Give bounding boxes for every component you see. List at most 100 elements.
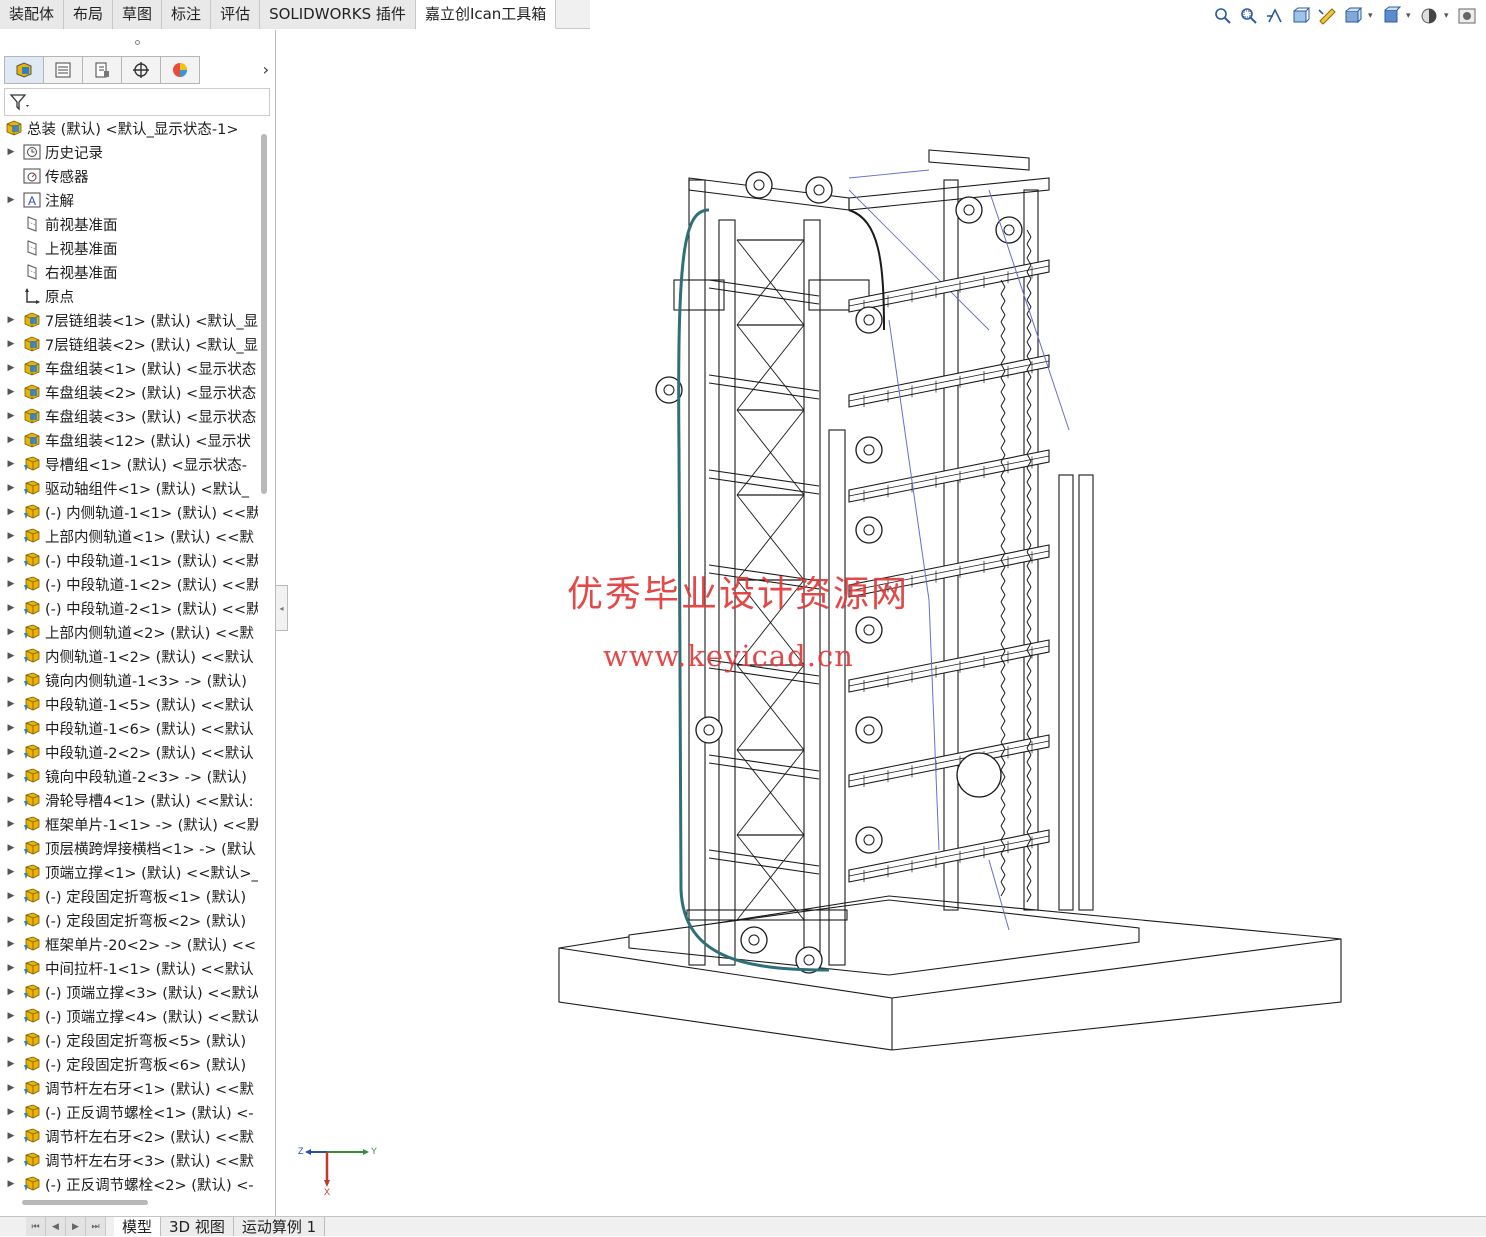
bottom-tab[interactable]: 模型 xyxy=(114,1217,162,1236)
expand-arrow-icon[interactable]: ▶ xyxy=(0,411,22,421)
expand-arrow-icon[interactable]: ▶ xyxy=(0,1059,22,1069)
tree-item[interactable]: ▶ 调节杆左右牙<3> (默认) <<默 xyxy=(0,1148,258,1172)
tree-item[interactable]: ▶ 镜向中段轨道-2<3> -> (默认) xyxy=(0,764,258,788)
previous-view-icon[interactable] xyxy=(1264,5,1286,27)
expand-arrow-icon[interactable]: ▶ xyxy=(0,1011,22,1021)
dropdown-caret-icon[interactable]: ▾ xyxy=(1444,11,1452,21)
command-tab[interactable]: 装配体 xyxy=(0,0,65,29)
expand-arrow-icon[interactable]: ▶ xyxy=(0,675,22,685)
expand-arrow-icon[interactable]: ▶ xyxy=(0,1035,22,1045)
tree-item[interactable]: ▶ 上部内侧轨道<1> (默认) <<默 xyxy=(0,524,258,548)
tree-item[interactable]: ▶ 车盘组装<2> (默认) <显示状态 xyxy=(0,380,258,404)
tree-item[interactable]: ▶ 内侧轨道-1<2> (默认) <<默认 xyxy=(0,644,258,668)
tree-item[interactable]: ▶ (-) 内侧轨道-1<1> (默认) <<默 xyxy=(0,500,258,524)
tree-item[interactable]: ▶ (-) 定段固定折弯板<1> (默认) xyxy=(0,884,258,908)
tree-item[interactable]: ▶ (-) 顶端立撑<4> (默认) <<默认 xyxy=(0,1004,258,1028)
tree-item[interactable]: ▶ (-) 中段轨道-1<1> (默认) <<默 xyxy=(0,548,258,572)
expand-arrow-icon[interactable]: ▶ xyxy=(0,795,22,805)
expand-arrow-icon[interactable]: ▶ xyxy=(0,771,22,781)
last-tab-icon[interactable]: ⏭ xyxy=(86,1217,106,1236)
tree-item[interactable]: ▶ 历史记录 xyxy=(0,140,258,164)
tree-item[interactable]: ▶ 滑轮导槽4<1> (默认) <<默认: xyxy=(0,788,258,812)
tree-item[interactable]: ▶ 车盘组装<3> (默认) <显示状态 xyxy=(0,404,258,428)
tree-item[interactable]: ▶ 顶层横跨焊接横档<1> -> (默认 xyxy=(0,836,258,860)
tree-filter[interactable] xyxy=(4,88,270,116)
expand-arrow-icon[interactable]: ▶ xyxy=(0,963,22,973)
bottom-tab[interactable]: 运动算例 1 xyxy=(233,1217,326,1236)
tree-item[interactable]: ▶ (-) 定段固定折弯板<5> (默认) xyxy=(0,1028,258,1052)
expand-arrow-icon[interactable]: ▶ xyxy=(0,459,22,469)
appearance-icon[interactable] xyxy=(1418,5,1440,27)
graphics-viewport[interactable]: 优秀毕业设计资源网 www.keyicad.cn Y Z X xyxy=(289,30,1486,1216)
tree-item[interactable]: ▶ 驱动轴组件<1> (默认) <默认_ xyxy=(0,476,258,500)
tree-vertical-scrollbar[interactable] xyxy=(261,134,267,494)
tree-item[interactable]: ▶ (-) 正反调节螺栓<2> (默认) <- xyxy=(0,1172,258,1196)
expand-arrow-icon[interactable]: ▶ xyxy=(0,1155,22,1165)
expand-arrow-icon[interactable]: ▶ xyxy=(0,195,22,205)
tree-item[interactable]: 右视基准面 xyxy=(0,260,258,284)
tree-item[interactable]: 原点 xyxy=(0,284,258,308)
expand-arrow-icon[interactable]: ▶ xyxy=(0,723,22,733)
first-tab-icon[interactable]: ⏮ xyxy=(26,1217,46,1236)
tree-item[interactable]: ▶ (-) 正反调节螺栓<1> (默认) <- xyxy=(0,1100,258,1124)
expand-arrow-icon[interactable]: ▶ xyxy=(0,939,22,949)
expand-arrow-icon[interactable]: ▶ xyxy=(0,579,22,589)
tree-item[interactable]: ▶ (-) 定段固定折弯板<2> (默认) xyxy=(0,908,258,932)
expand-arrow-icon[interactable]: ▶ xyxy=(0,1131,22,1141)
expand-arrow-icon[interactable]: ▶ xyxy=(0,651,22,661)
tree-item[interactable]: ▶ (-) 顶端立撑<3> (默认) <<默认 xyxy=(0,980,258,1004)
tree-item[interactable]: ▶ 中段轨道-1<5> (默认) <<默认 xyxy=(0,692,258,716)
tree-item[interactable]: ▶ 调节杆左右牙<2> (默认) <<默 xyxy=(0,1124,258,1148)
expand-arrow-icon[interactable]: ▶ xyxy=(0,891,22,901)
next-tab-icon[interactable]: ▶ xyxy=(66,1217,86,1236)
dropdown-caret-icon[interactable]: ▾ xyxy=(1406,11,1414,21)
tree-item[interactable]: ▶ 7层链组装<1> (默认) <默认_显 xyxy=(0,308,258,332)
expand-arrow-icon[interactable]: ▶ xyxy=(0,1179,22,1189)
tree-horizontal-scrollbar[interactable] xyxy=(22,1200,148,1205)
tree-item[interactable]: ▶ 车盘组装<12> (默认) <显示状 xyxy=(0,428,258,452)
featuremanager-icon[interactable] xyxy=(4,56,44,84)
more-tabs-chevron-icon[interactable]: › xyxy=(263,60,269,79)
expand-arrow-icon[interactable]: ▶ xyxy=(0,435,22,445)
bottom-tab[interactable]: 3D 视图 xyxy=(161,1217,234,1236)
command-tab[interactable]: 评估 xyxy=(211,0,261,29)
expand-arrow-icon[interactable]: ▶ xyxy=(0,339,22,349)
tree-item[interactable]: ▶ 车盘组装<1> (默认) <显示状态 xyxy=(0,356,258,380)
expand-arrow-icon[interactable]: ▶ xyxy=(0,819,22,829)
command-tab[interactable]: SOLIDWORKS 插件 xyxy=(260,0,416,29)
expand-arrow-icon[interactable]: ▶ xyxy=(0,1107,22,1117)
panel-grip[interactable] xyxy=(0,30,275,54)
display-style-icon[interactable] xyxy=(1342,5,1364,27)
expand-arrow-icon[interactable]: ▶ xyxy=(0,363,22,373)
command-tab[interactable]: 草图 xyxy=(113,0,163,29)
expand-arrow-icon[interactable]: ▶ xyxy=(0,603,22,613)
dimxpert-icon[interactable] xyxy=(121,56,161,84)
zoom-to-area-icon[interactable] xyxy=(1238,5,1260,27)
expand-arrow-icon[interactable]: ▶ xyxy=(0,627,22,637)
expand-arrow-icon[interactable]: ▶ xyxy=(0,699,22,709)
tree-item[interactable]: 上视基准面 xyxy=(0,236,258,260)
model-3d-view[interactable] xyxy=(289,30,1486,1216)
expand-arrow-icon[interactable]: ▶ xyxy=(0,555,22,565)
tree-item[interactable]: ▶ A 注解 xyxy=(0,188,258,212)
tree-item[interactable]: ▶ 调节杆左右牙<1> (默认) <<默 xyxy=(0,1076,258,1100)
tree-item[interactable]: ▶ 中间拉杆-1<1> (默认) <<默认 xyxy=(0,956,258,980)
scene-icon[interactable] xyxy=(1456,5,1478,27)
expand-arrow-icon[interactable]: ▶ xyxy=(0,747,22,757)
displaymanager-icon[interactable] xyxy=(160,56,200,84)
tree-item[interactable]: ▶ 上部内侧轨道<2> (默认) <<默 xyxy=(0,620,258,644)
expand-arrow-icon[interactable]: ▶ xyxy=(0,387,22,397)
expand-arrow-icon[interactable]: ▶ xyxy=(0,507,22,517)
tree-item[interactable]: ▶ 中段轨道-1<6> (默认) <<默认 xyxy=(0,716,258,740)
hide-show-icon[interactable] xyxy=(1380,5,1402,27)
tree-item[interactable]: ▶ 框架单片-1<1> -> (默认) <<默 xyxy=(0,812,258,836)
tree-root[interactable]: 总装 (默认) <默认_显示状态-1> xyxy=(0,116,258,140)
expand-arrow-icon[interactable]: ▶ xyxy=(0,843,22,853)
command-tab[interactable]: 布局 xyxy=(64,0,114,29)
tree-item[interactable]: ▶ (-) 中段轨道-1<2> (默认) <<默 xyxy=(0,572,258,596)
zoom-to-fit-icon[interactable] xyxy=(1212,5,1234,27)
command-tab[interactable]: 嘉立创Ican工具箱 xyxy=(415,0,557,29)
tree-item[interactable]: ▶ 镜向内侧轨道-1<3> -> (默认) xyxy=(0,668,258,692)
expand-arrow-icon[interactable]: ▶ xyxy=(0,915,22,925)
command-tab[interactable]: 标注 xyxy=(162,0,212,29)
